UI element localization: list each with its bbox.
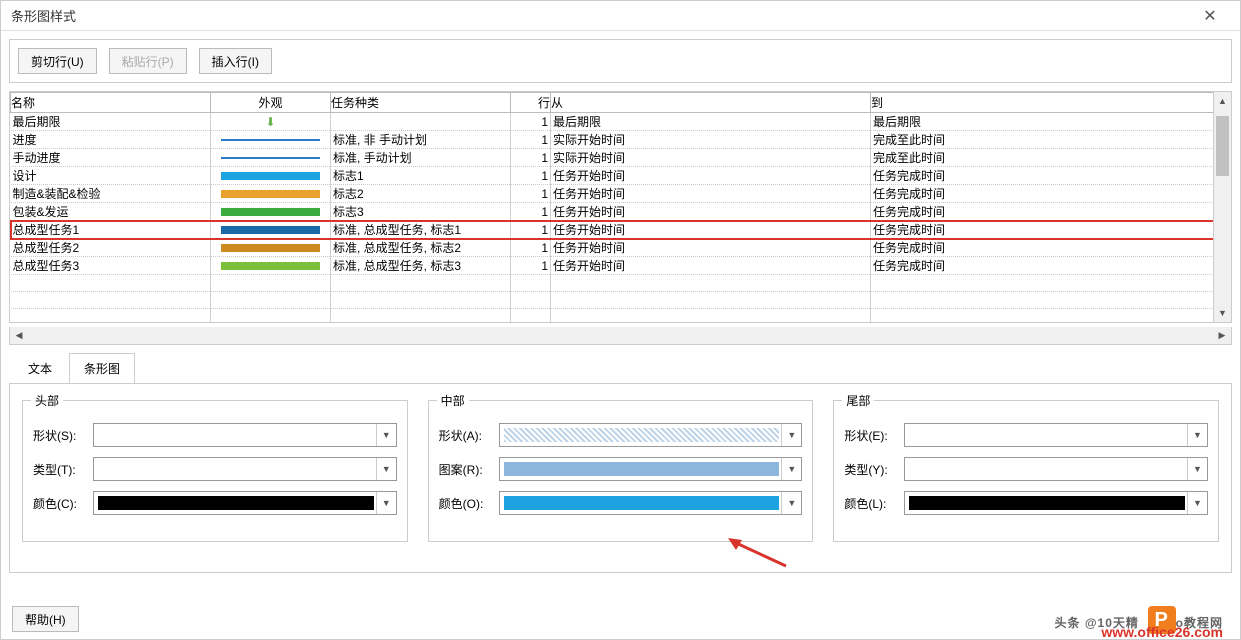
chevron-down-icon: ▼ (1187, 492, 1207, 514)
mid-pattern-combo[interactable]: ▼ (499, 457, 803, 481)
tail-fieldset: 尾部 形状(E): ▼ 类型(Y): ▼ 颜色(L): ▼ (833, 400, 1219, 542)
header-look[interactable]: 外观 (211, 93, 331, 113)
scroll-up-icon[interactable]: ▲ (1214, 92, 1231, 110)
table-row[interactable]: 总成型任务2标准, 总成型任务, 标志21任务开始时间任务完成时间 (11, 239, 1231, 257)
header-type[interactable]: 任务种类 (331, 93, 511, 113)
table-row[interactable]: 包装&发运标志31任务开始时间任务完成时间 (11, 203, 1231, 221)
table-row[interactable]: 最后期限⬇1最后期限最后期限 (11, 113, 1231, 131)
tail-color-combo[interactable]: ▼ (904, 491, 1208, 515)
tail-type-label: 类型(Y): (844, 461, 898, 478)
mid-fieldset: 中部 形状(A): ▼ 图案(R): ▼ 颜色(O): ▼ (428, 400, 814, 542)
mid-color-combo[interactable]: ▼ (499, 491, 803, 515)
chevron-down-icon: ▼ (1187, 424, 1207, 446)
help-button[interactable]: 帮助(H) (12, 606, 79, 632)
shape-preview (504, 428, 780, 442)
tab-text[interactable]: 文本 (13, 353, 67, 383)
tail-color-label: 颜色(L): (844, 495, 898, 512)
table-row[interactable]: 制造&装配&检验标志21任务开始时间任务完成时间 (11, 185, 1231, 203)
titlebar: 条形图样式 ✕ (1, 1, 1240, 31)
chevron-down-icon: ▼ (376, 424, 396, 446)
paste-row-button: 粘贴行(P) (109, 48, 187, 74)
table-row[interactable]: 总成型任务1标准, 总成型任务, 标志11任务开始时间任务完成时间 (11, 221, 1231, 239)
watermark-url: www.office26.com (1101, 624, 1223, 640)
horizontal-scrollbar[interactable]: ◀ ▶ (9, 327, 1232, 345)
head-color-combo[interactable]: ▼ (93, 491, 397, 515)
scroll-thumb[interactable] (1216, 116, 1229, 176)
table-row[interactable]: 设计标志11任务开始时间任务完成时间 (11, 167, 1231, 185)
chevron-down-icon: ▼ (781, 424, 801, 446)
bar-format-panel: 头部 形状(S): ▼ 类型(T): ▼ 颜色(C): ▼ 中部 形状(A): … (9, 383, 1232, 573)
head-shape-label: 形状(S): (33, 427, 87, 444)
window-title: 条形图样式 (11, 6, 1190, 25)
color-swatch (98, 496, 374, 510)
header-from[interactable]: 从 (551, 93, 871, 113)
head-type-label: 类型(T): (33, 461, 87, 478)
head-type-combo[interactable]: ▼ (93, 457, 397, 481)
tail-legend: 尾部 (842, 392, 874, 409)
scroll-right-icon[interactable]: ▶ (1213, 327, 1231, 344)
head-shape-combo[interactable]: ▼ (93, 423, 397, 447)
color-swatch (909, 496, 1185, 510)
dialog-window: 条形图样式 ✕ 剪切行(U) 粘贴行(P) 插入行(I) 名称 外观 任务种类 … (0, 0, 1241, 640)
table-row[interactable]: 总成型任务3标准, 总成型任务, 标志31任务开始时间任务完成时间 (11, 257, 1231, 275)
header-to[interactable]: 到 (871, 93, 1231, 113)
close-icon[interactable]: ✕ (1190, 6, 1230, 26)
footer: 帮助(H) (0, 598, 1241, 640)
scroll-down-icon[interactable]: ▼ (1214, 304, 1231, 322)
chevron-down-icon: ▼ (376, 492, 396, 514)
mid-shape-label: 形状(A): (439, 427, 493, 444)
header-name[interactable]: 名称 (11, 93, 211, 113)
table-row[interactable]: 手动进度标准, 手动计划1实际开始时间完成至此时间 (11, 149, 1231, 167)
tail-type-combo[interactable]: ▼ (904, 457, 1208, 481)
head-fieldset: 头部 形状(S): ▼ 类型(T): ▼ 颜色(C): ▼ (22, 400, 408, 542)
chevron-down-icon: ▼ (1187, 458, 1207, 480)
mid-color-label: 颜色(O): (439, 495, 493, 512)
toolbar: 剪切行(U) 粘贴行(P) 插入行(I) (9, 39, 1232, 83)
color-swatch (504, 496, 780, 510)
mid-legend: 中部 (437, 392, 469, 409)
vertical-scrollbar[interactable]: ▲ ▼ (1213, 92, 1231, 322)
tail-shape-label: 形状(E): (844, 427, 898, 444)
chevron-down-icon: ▼ (781, 492, 801, 514)
grid-table[interactable]: 名称 外观 任务种类 行 从 到 最后期限⬇1最后期限最后期限进度标准, 非 手… (10, 92, 1231, 322)
bar-styles-grid: 名称 外观 任务种类 行 从 到 最后期限⬇1最后期限最后期限进度标准, 非 手… (9, 91, 1232, 323)
tab-bar: 文本 条形图 (13, 353, 1232, 383)
head-legend: 头部 (31, 392, 63, 409)
scroll-left-icon[interactable]: ◀ (10, 327, 28, 344)
tail-shape-combo[interactable]: ▼ (904, 423, 1208, 447)
table-row[interactable]: 进度标准, 非 手动计划1实际开始时间完成至此时间 (11, 131, 1231, 149)
insert-row-button[interactable]: 插入行(I) (199, 48, 272, 74)
chevron-down-icon: ▼ (781, 458, 801, 480)
mid-shape-combo[interactable]: ▼ (499, 423, 803, 447)
head-color-label: 颜色(C): (33, 495, 87, 512)
cut-row-button[interactable]: 剪切行(U) (18, 48, 97, 74)
chevron-down-icon: ▼ (376, 458, 396, 480)
tab-bar-chart[interactable]: 条形图 (69, 353, 135, 383)
header-row[interactable]: 行 (511, 93, 551, 113)
mid-pattern-label: 图案(R): (439, 461, 493, 478)
pattern-preview (504, 462, 780, 476)
